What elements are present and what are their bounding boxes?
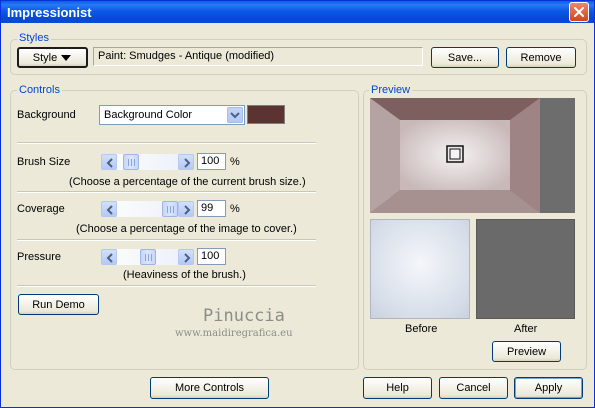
- divider: [17, 285, 316, 287]
- divider: [17, 191, 316, 193]
- brush-size-increase-button[interactable]: [178, 154, 194, 170]
- chevron-right-icon: [184, 158, 191, 168]
- chevron-right-icon: [184, 253, 191, 263]
- coverage-hint: (Choose a percentage of the image to cov…: [76, 223, 297, 235]
- save-button[interactable]: Save...: [431, 47, 499, 68]
- coverage-input[interactable]: 99: [197, 200, 226, 217]
- preview-image[interactable]: [370, 98, 540, 213]
- background-select[interactable]: Background Color: [99, 105, 245, 125]
- brush-size-hint: (Choose a percentage of the current brus…: [69, 176, 306, 188]
- close-icon: [574, 7, 584, 17]
- style-button-label: Style: [32, 51, 58, 64]
- apply-button[interactable]: Apply: [514, 377, 583, 399]
- pressure-thumb[interactable]: [140, 249, 156, 265]
- chevron-down-icon: [227, 107, 243, 123]
- help-button[interactable]: Help: [363, 377, 432, 399]
- background-select-value: Background Color: [104, 109, 193, 121]
- brush-size-unit: %: [230, 156, 240, 168]
- brush-size-decrease-button[interactable]: [101, 154, 117, 170]
- preset-name-field: Paint: Smudges - Antique (modified): [93, 47, 423, 66]
- chevron-left-icon: [106, 158, 113, 168]
- window-title: Impressionist: [7, 5, 92, 20]
- background-label: Background: [17, 109, 76, 121]
- coverage-label: Coverage: [17, 203, 65, 215]
- coverage-unit: %: [230, 203, 240, 215]
- coverage-increase-button[interactable]: [178, 201, 194, 217]
- brush-size-thumb[interactable]: [123, 154, 139, 170]
- divider: [17, 142, 316, 144]
- styles-group-label: Styles: [17, 32, 51, 44]
- background-color-swatch[interactable]: [247, 105, 285, 124]
- watermark-url: www.maidiregrafica.eu: [175, 328, 293, 339]
- watermark-name: Pinuccia: [203, 306, 285, 326]
- more-controls-button[interactable]: More Controls: [150, 377, 269, 399]
- chevron-right-icon: [184, 205, 191, 215]
- controls-group-label: Controls: [17, 84, 62, 96]
- brush-size-slider[interactable]: [101, 154, 194, 170]
- pressure-decrease-button[interactable]: [101, 249, 117, 265]
- after-thumbnail: [476, 219, 575, 319]
- before-thumbnail: [370, 219, 470, 319]
- divider: [17, 239, 316, 241]
- chevron-left-icon: [106, 253, 113, 263]
- run-demo-button[interactable]: Run Demo: [18, 294, 99, 315]
- brush-size-label: Brush Size: [17, 156, 71, 168]
- triangle-down-icon: [61, 54, 72, 61]
- pressure-hint: (Heaviness of the brush.): [123, 269, 246, 281]
- pressure-label: Pressure: [17, 251, 62, 263]
- preview-group-label: Preview: [369, 84, 413, 96]
- coverage-decrease-button[interactable]: [101, 201, 117, 217]
- preview-room-image: [370, 98, 540, 213]
- pressure-input[interactable]: 100: [197, 248, 226, 265]
- impressionist-dialog: Impressionist Styles Style Paint: Smudge…: [0, 0, 595, 408]
- close-button[interactable]: [569, 2, 589, 22]
- style-menu-button[interactable]: Style: [17, 47, 88, 68]
- after-label: After: [514, 323, 538, 335]
- pressure-slider[interactable]: [101, 249, 194, 265]
- pressure-increase-button[interactable]: [178, 249, 194, 265]
- coverage-thumb[interactable]: [162, 201, 178, 217]
- remove-button[interactable]: Remove: [506, 47, 576, 68]
- chevron-left-icon: [106, 205, 113, 215]
- before-label: Before: [405, 323, 438, 335]
- brush-size-input[interactable]: 100: [197, 153, 226, 170]
- coverage-slider[interactable]: [101, 201, 194, 217]
- cancel-button[interactable]: Cancel: [439, 377, 508, 399]
- title-bar[interactable]: Impressionist: [1, 1, 594, 23]
- preview-image-edge: [540, 98, 575, 213]
- preview-button[interactable]: Preview: [492, 341, 561, 362]
